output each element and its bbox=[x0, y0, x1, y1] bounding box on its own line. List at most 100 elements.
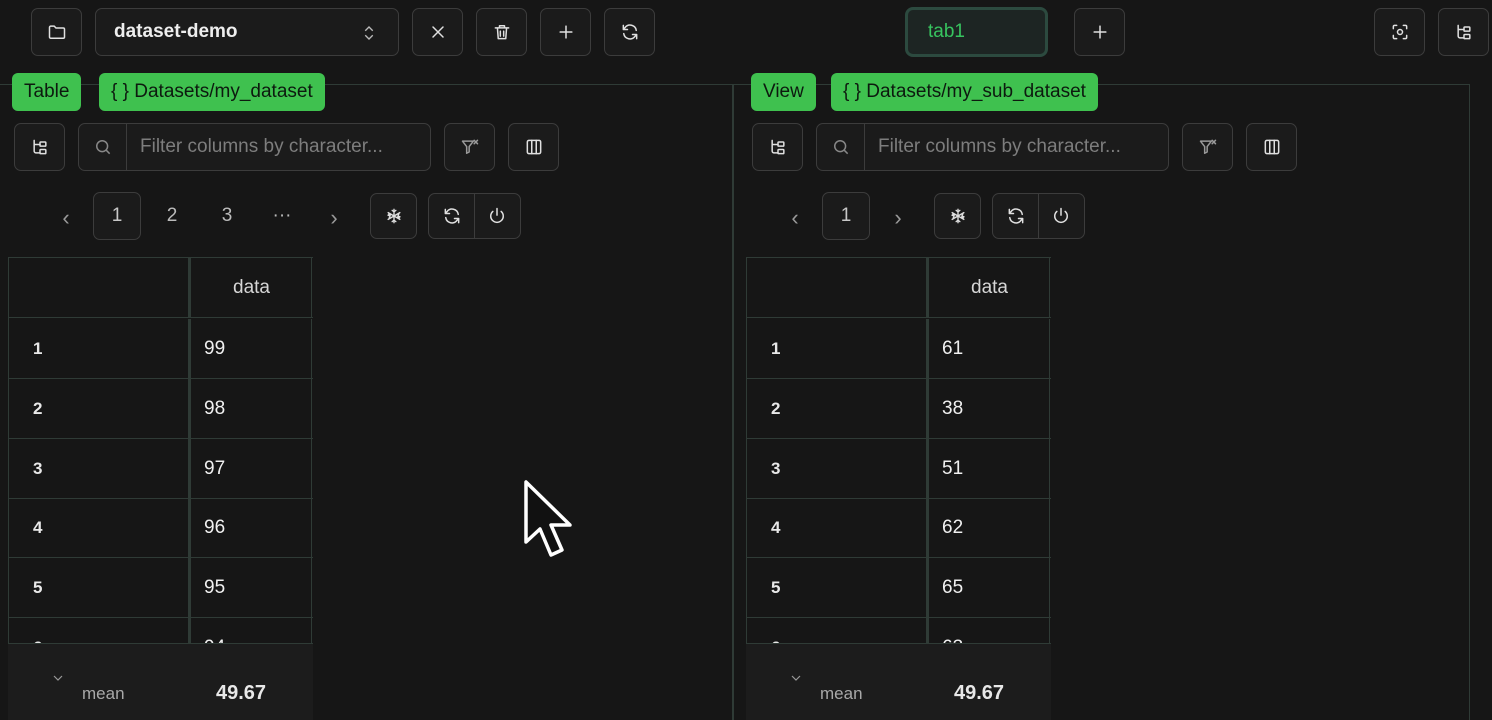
row-index: 5 bbox=[747, 558, 929, 617]
right-power-button[interactable] bbox=[1038, 194, 1083, 238]
cell-value[interactable]: 99 bbox=[192, 319, 312, 378]
filter-clear-icon bbox=[461, 139, 478, 154]
left-page-3[interactable]: 3 bbox=[203, 192, 251, 240]
tree-view-button[interactable] bbox=[1438, 8, 1489, 56]
cell-value[interactable]: 62 bbox=[930, 498, 1050, 557]
chevron-up-down-icon bbox=[360, 22, 378, 50]
chevron-down-icon[interactable] bbox=[788, 670, 804, 691]
refresh-icon bbox=[444, 208, 459, 224]
focus-icon bbox=[1392, 24, 1407, 40]
close-button[interactable] bbox=[412, 8, 463, 56]
left-clear-filter-button[interactable] bbox=[444, 123, 495, 171]
search-icon bbox=[817, 124, 865, 170]
left-prev-page-button[interactable]: ‹ bbox=[52, 205, 80, 231]
snowflake-icon bbox=[386, 208, 401, 224]
cell-value[interactable]: 65 bbox=[930, 558, 1050, 617]
left-reload-button[interactable] bbox=[429, 194, 474, 238]
right-tree-button[interactable] bbox=[752, 123, 803, 171]
left-filter-input[interactable] bbox=[127, 136, 430, 158]
power-icon bbox=[1054, 207, 1068, 223]
plus-icon bbox=[1092, 25, 1107, 39]
right-prev-page-button[interactable]: ‹ bbox=[781, 205, 809, 231]
refresh-icon bbox=[622, 24, 637, 40]
table-row[interactable]: 1 61 bbox=[747, 319, 1051, 379]
left-live-controls bbox=[428, 193, 521, 239]
summary-stat-label[interactable]: mean bbox=[820, 684, 863, 704]
refresh-icon bbox=[1008, 208, 1023, 224]
left-columns-button[interactable] bbox=[508, 123, 559, 171]
left-next-page-button[interactable]: › bbox=[320, 205, 348, 231]
sub-dataset-path-label: { } Datasets/my_sub_dataset bbox=[843, 81, 1086, 102]
row-index: 4 bbox=[9, 498, 191, 557]
cell-value[interactable]: 51 bbox=[930, 439, 1050, 498]
cell-value[interactable]: 97 bbox=[192, 439, 312, 498]
chevron-down-icon[interactable] bbox=[50, 670, 66, 691]
refresh-button[interactable] bbox=[604, 8, 655, 56]
right-freeze-button[interactable] bbox=[934, 193, 981, 239]
right-clear-filter-button[interactable] bbox=[1182, 123, 1233, 171]
table-row[interactable]: 4 96 bbox=[9, 498, 313, 558]
filter-clear-icon bbox=[1199, 139, 1216, 154]
delete-button[interactable] bbox=[476, 8, 527, 56]
index-header-cell bbox=[747, 258, 929, 317]
add-tab-button[interactable] bbox=[1074, 8, 1125, 56]
column-header-data[interactable]: data bbox=[930, 258, 1050, 317]
dataset-path-badge[interactable]: { } Datasets/my_dataset bbox=[99, 73, 325, 111]
open-folder-button[interactable] bbox=[31, 8, 82, 56]
row-index: 5 bbox=[9, 558, 191, 617]
mouse-cursor bbox=[524, 480, 576, 565]
table-row[interactable]: 4 62 bbox=[747, 498, 1051, 558]
cell-value[interactable]: 96 bbox=[192, 498, 312, 557]
column-header-data[interactable]: data bbox=[192, 258, 312, 317]
right-filter-search[interactable] bbox=[816, 123, 1169, 171]
add-button[interactable] bbox=[540, 8, 591, 56]
left-power-button[interactable] bbox=[474, 194, 519, 238]
focus-view-button[interactable] bbox=[1374, 8, 1425, 56]
dataset-select[interactable]: dataset-demo bbox=[95, 8, 399, 56]
sub-dataset-path-badge[interactable]: { } Datasets/my_sub_dataset bbox=[831, 73, 1098, 111]
snowflake-icon bbox=[950, 208, 965, 224]
row-index: 3 bbox=[9, 439, 191, 498]
left-page-ellipsis[interactable]: ··· bbox=[258, 192, 306, 240]
right-columns-button[interactable] bbox=[1246, 123, 1297, 171]
cell-value[interactable]: 38 bbox=[930, 379, 1050, 438]
cell-value[interactable]: 95 bbox=[192, 558, 312, 617]
view-type-badge: View bbox=[751, 73, 816, 111]
table-row[interactable]: 2 38 bbox=[747, 379, 1051, 439]
tab-tab1[interactable]: tab1 bbox=[905, 7, 1048, 57]
table-row[interactable]: 3 51 bbox=[747, 439, 1051, 499]
row-index: 2 bbox=[9, 379, 191, 438]
table-row[interactable]: 2 98 bbox=[9, 379, 313, 439]
table-row[interactable]: 5 95 bbox=[9, 558, 313, 618]
search-icon bbox=[79, 124, 127, 170]
table-header-row: data bbox=[747, 258, 1051, 318]
summary-stat-label[interactable]: mean bbox=[82, 684, 125, 704]
view-type-label: View bbox=[763, 81, 804, 102]
left-page-2[interactable]: 2 bbox=[148, 192, 196, 240]
index-header-cell bbox=[9, 258, 191, 317]
page-ellipsis: ··· bbox=[272, 205, 292, 226]
table-row[interactable]: 5 65 bbox=[747, 558, 1051, 618]
columns-icon bbox=[526, 139, 541, 155]
right-filter-input[interactable] bbox=[865, 136, 1168, 158]
cell-value[interactable]: 98 bbox=[192, 379, 312, 438]
table-row[interactable]: 1 99 bbox=[9, 319, 313, 379]
tree-icon bbox=[32, 139, 47, 155]
power-icon bbox=[490, 207, 504, 223]
table-row[interactable]: 3 97 bbox=[9, 439, 313, 499]
right-live-controls bbox=[992, 193, 1085, 239]
left-page-1[interactable]: 1 bbox=[93, 192, 141, 240]
row-index: 3 bbox=[747, 439, 929, 498]
table-type-badge: Table bbox=[12, 73, 82, 111]
columns-icon bbox=[1264, 139, 1279, 155]
left-freeze-button[interactable] bbox=[370, 193, 417, 239]
left-filter-search[interactable] bbox=[78, 123, 431, 171]
close-icon bbox=[431, 26, 444, 38]
left-tree-button[interactable] bbox=[14, 123, 65, 171]
right-next-page-button[interactable]: › bbox=[884, 205, 912, 231]
right-reload-button[interactable] bbox=[993, 194, 1038, 238]
right-page-1[interactable]: 1 bbox=[822, 192, 870, 240]
cell-value[interactable]: 61 bbox=[930, 319, 1050, 378]
row-index: 2 bbox=[747, 379, 929, 438]
row-index: 4 bbox=[747, 498, 929, 557]
